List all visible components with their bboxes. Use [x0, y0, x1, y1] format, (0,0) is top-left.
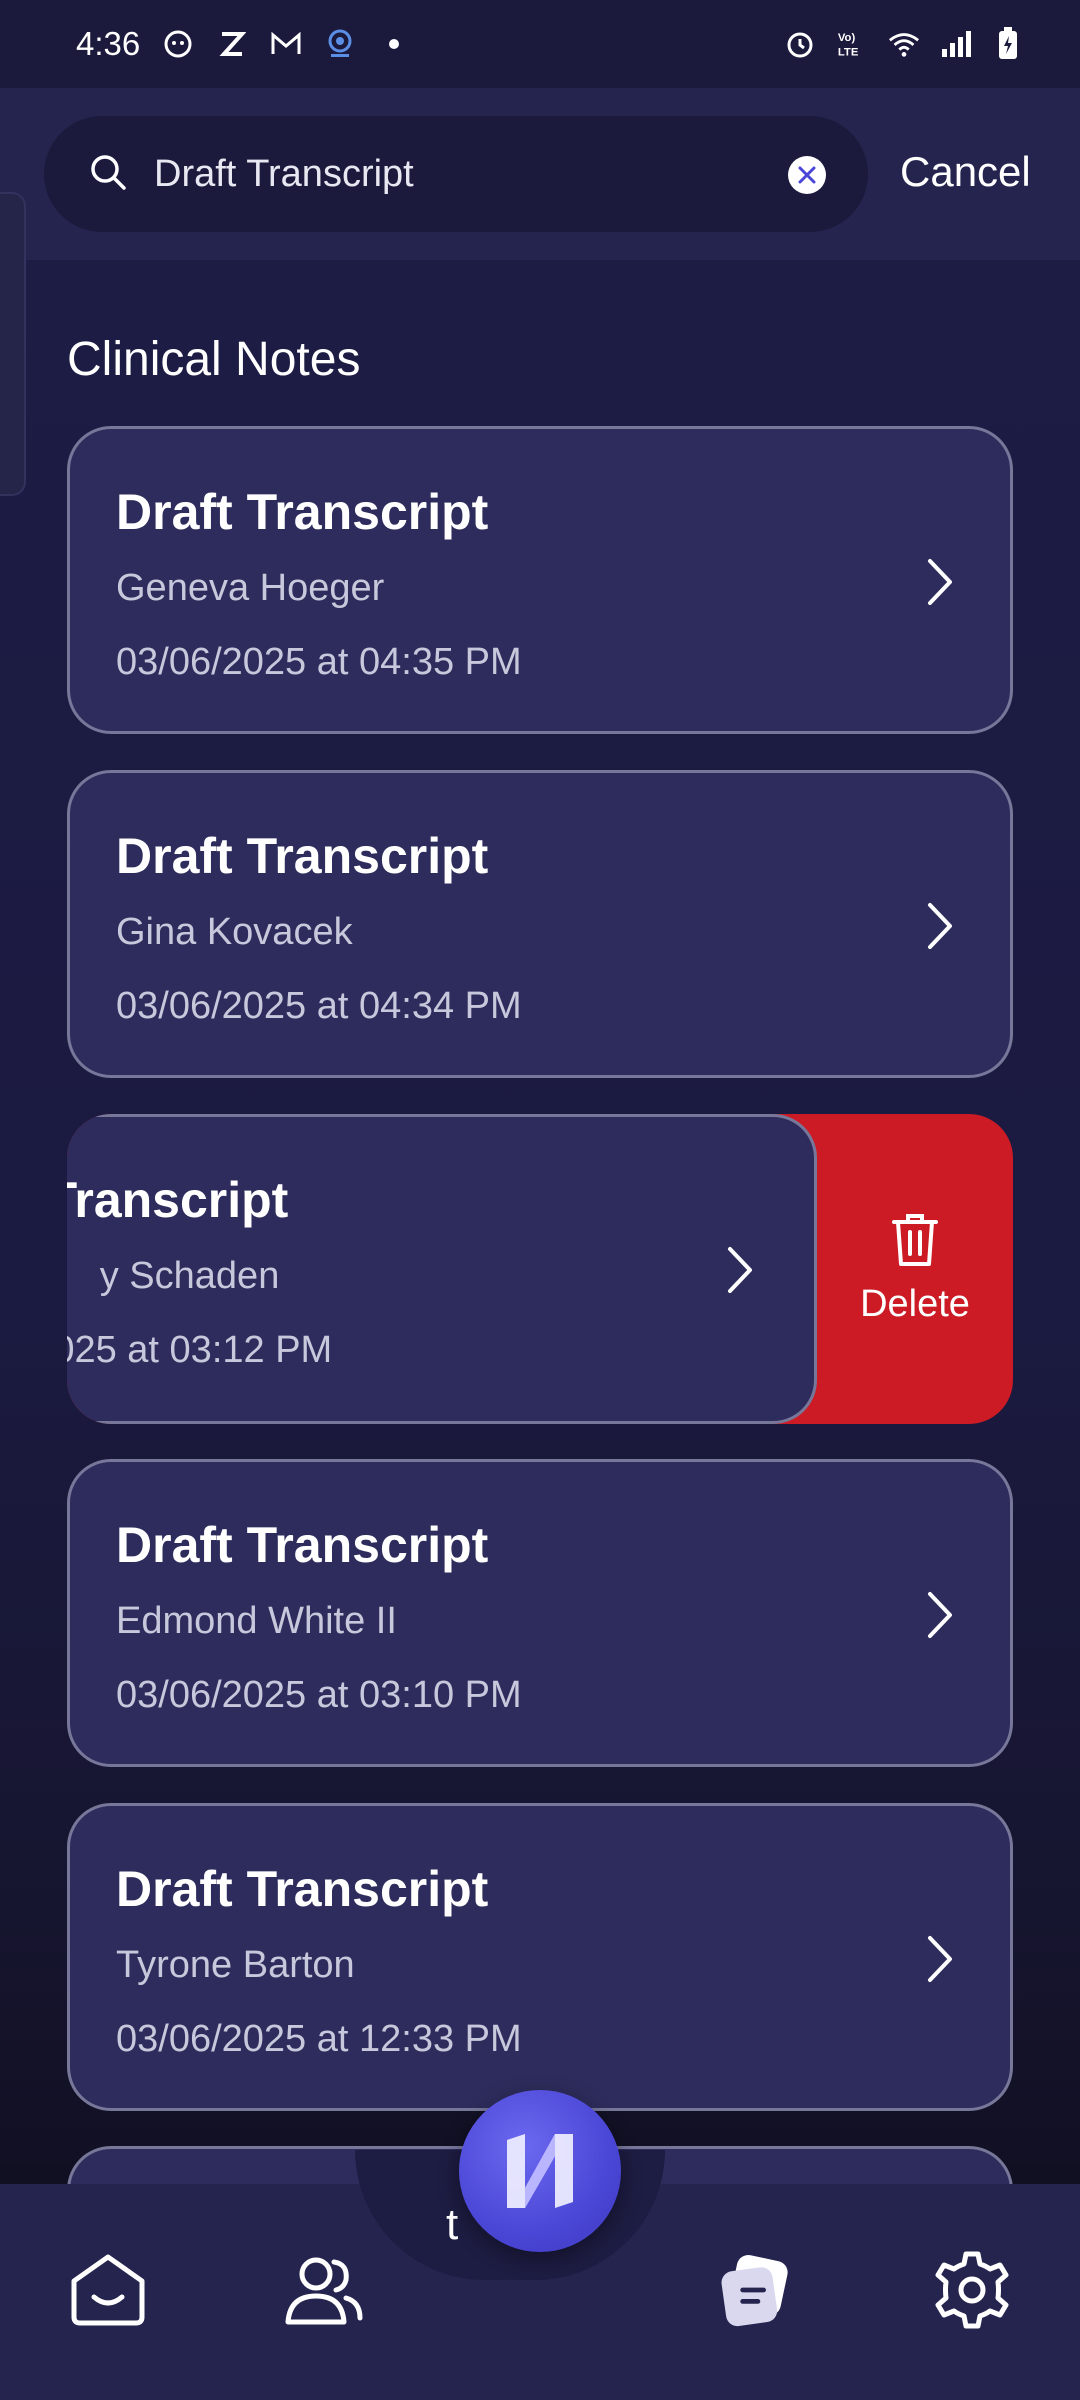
nav-settings-button[interactable]: [932, 2250, 1012, 2330]
note-card[interactable]: Draft Transcript Kristopher y Schaden 03…: [67, 1114, 817, 1424]
wifi-icon: [888, 28, 920, 60]
note-card[interactable]: Draft Transcript Gina Kovacek 03/06/2025…: [67, 770, 1013, 1078]
signal-icon: [940, 28, 972, 60]
note-patient: Geneva Hoeger: [116, 567, 385, 609]
note-card[interactable]: Draft Transcript Geneva Hoeger 03/06/202…: [67, 426, 1013, 734]
chevron-right-icon: [726, 1245, 754, 1300]
nav-peek-text: t: [446, 2200, 459, 2249]
side-drawer-handle[interactable]: [0, 192, 26, 496]
volte-icon: Vo) LTE: [836, 28, 868, 60]
chevron-right-icon: [926, 557, 954, 612]
note-datetime: 03/06/2025 at 04:34 PM: [116, 985, 522, 1027]
status-right: Vo) LTE: [784, 27, 1024, 60]
note-patient: Gina Kovacek: [116, 911, 353, 953]
note-datetime: 03/06/2025 at 04:35 PM: [116, 641, 522, 683]
clear-search-button[interactable]: [788, 156, 826, 194]
note-title: Draft Transcript: [116, 828, 489, 884]
status-bar: 4:36 Vo) LTE: [0, 0, 1080, 88]
face-icon: [162, 28, 194, 60]
note-patient: Kristopher y Schaden: [67, 1255, 280, 1298]
home-icon: [71, 2254, 145, 2326]
nav-patients-button[interactable]: [284, 2250, 364, 2330]
note-card[interactable]: Draft Transcript Edmond White II 03/06/2…: [67, 1459, 1013, 1767]
close-icon: [798, 166, 816, 184]
note-datetime-text: 025 at 03:12 PM: [67, 1329, 333, 1371]
status-left: 4:36: [76, 25, 410, 63]
chevron-right-icon: [926, 1590, 954, 1645]
search-header: Draft Transcript Cancel: [0, 88, 1080, 260]
status-time: 4:36: [76, 25, 141, 62]
search-icon: [88, 152, 128, 197]
search-input[interactable]: Draft Transcript: [154, 153, 868, 196]
battery-charging-icon: [992, 27, 1024, 60]
notes-icon: [721, 2255, 788, 2327]
webcam-icon: [324, 28, 356, 60]
chevron-right-icon: [926, 1934, 954, 1989]
trash-icon: [890, 1212, 940, 1273]
svg-text:Vo): Vo): [838, 32, 856, 44]
note-title: Draft Transcript: [116, 484, 489, 540]
note-datetime: 03/06/2025 at 03:10 PM: [116, 1674, 522, 1716]
svg-text:LTE: LTE: [838, 46, 859, 58]
logo-n-icon: [507, 2134, 573, 2208]
chevron-right-icon: [926, 901, 954, 956]
note-patient-text: y Schaden: [99, 1255, 280, 1297]
gmail-icon: [270, 28, 302, 60]
delete-label: Delete: [860, 1283, 970, 1325]
note-title-text: Transcript: [67, 1172, 289, 1228]
search-box[interactable]: Draft Transcript: [44, 116, 868, 232]
note-title: Draft Transcript: [116, 1861, 489, 1917]
z-icon: [216, 28, 248, 60]
alarm-icon: [784, 28, 816, 60]
dot-icon: [378, 28, 410, 60]
note-title: Draft Transcript: [67, 1171, 288, 1229]
cancel-button[interactable]: Cancel: [900, 148, 1031, 196]
note-patient: Tyrone Barton: [116, 1944, 355, 1986]
section-title: Clinical Notes: [67, 333, 361, 386]
note-datetime: 03/06/2025 at 12:33 PM: [116, 2018, 522, 2060]
nav-notes-button[interactable]: [716, 2250, 796, 2330]
settings-icon: [935, 2251, 1009, 2329]
note-card[interactable]: Draft Transcript Tyrone Barton 03/06/202…: [67, 1803, 1013, 2111]
swipe-row[interactable]: Delete Draft Transcript Kristopher y Sch…: [67, 1114, 1013, 1424]
note-patient: Edmond White II: [116, 1600, 397, 1642]
delete-button[interactable]: Delete: [817, 1114, 1013, 1424]
patients-icon: [285, 2257, 363, 2325]
note-title: Draft Transcript: [116, 1517, 489, 1573]
app-logo-fab[interactable]: [459, 2090, 621, 2252]
note-datetime: 03/06/2 025 at 03:12 PM: [67, 1329, 332, 1372]
nav-home-button[interactable]: [68, 2250, 148, 2330]
